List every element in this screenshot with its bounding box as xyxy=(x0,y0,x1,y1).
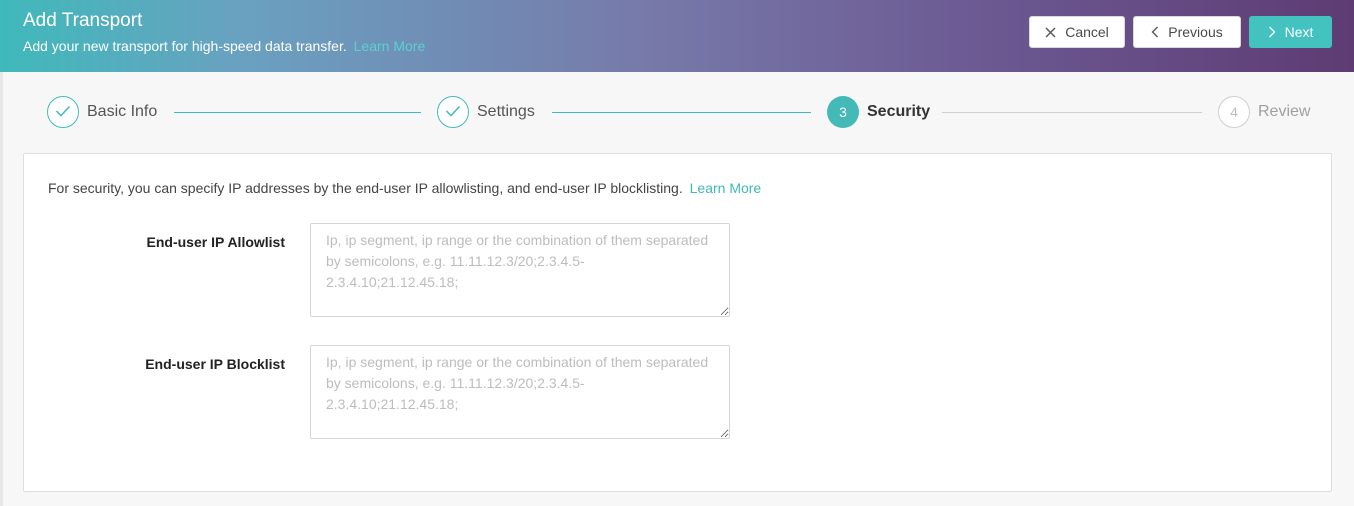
step-basic-info-indicator xyxy=(47,96,79,128)
page-left-edge xyxy=(0,72,3,506)
page-header: Add Transport Add your new transport for… xyxy=(0,0,1354,72)
previous-label: Previous xyxy=(1168,24,1223,40)
security-form-card: For security, you can specify IP address… xyxy=(23,153,1332,492)
security-intro: For security, you can specify IP address… xyxy=(48,180,761,196)
allowlist-textarea[interactable] xyxy=(310,223,730,317)
page-title: Add Transport xyxy=(23,10,143,31)
step-settings-label[interactable]: Settings xyxy=(477,103,535,121)
next-label: Next xyxy=(1284,24,1314,40)
step-settings-indicator xyxy=(437,96,469,128)
step-security-label: Security xyxy=(867,103,931,120)
previous-button[interactable]: Previous xyxy=(1133,16,1241,48)
step-security-indicator: 3 xyxy=(827,96,859,128)
blocklist-label: End-user IP Blocklist xyxy=(145,356,285,372)
step-connector-2 xyxy=(552,112,811,113)
step-connector-3 xyxy=(942,112,1202,113)
security-learn-more-link[interactable]: Learn More xyxy=(690,180,762,196)
step-connector-1 xyxy=(174,112,421,113)
header-learn-more-link[interactable]: Learn More xyxy=(354,38,426,54)
next-button[interactable]: Next xyxy=(1249,16,1332,48)
step-review-number: 4 xyxy=(1230,104,1238,120)
page-subtitle: Add your new transport for high-speed da… xyxy=(23,38,425,54)
blocklist-textarea[interactable] xyxy=(310,345,730,439)
step-security-number: 3 xyxy=(839,104,847,120)
security-intro-text: For security, you can specify IP address… xyxy=(48,180,683,196)
close-icon xyxy=(1045,27,1056,38)
check-icon xyxy=(445,104,461,120)
check-icon xyxy=(55,104,71,120)
chevron-right-icon xyxy=(1268,26,1276,38)
step-review-indicator: 4 xyxy=(1218,96,1250,128)
subtitle-text: Add your new transport for high-speed da… xyxy=(23,38,347,54)
step-basic-info-label[interactable]: Basic Info xyxy=(87,103,157,121)
allowlist-label: End-user IP Allowlist xyxy=(146,234,285,250)
step-review-label: Review xyxy=(1258,103,1311,120)
chevron-left-icon xyxy=(1151,26,1159,38)
cancel-label: Cancel xyxy=(1065,24,1109,40)
cancel-button[interactable]: Cancel xyxy=(1029,16,1125,48)
